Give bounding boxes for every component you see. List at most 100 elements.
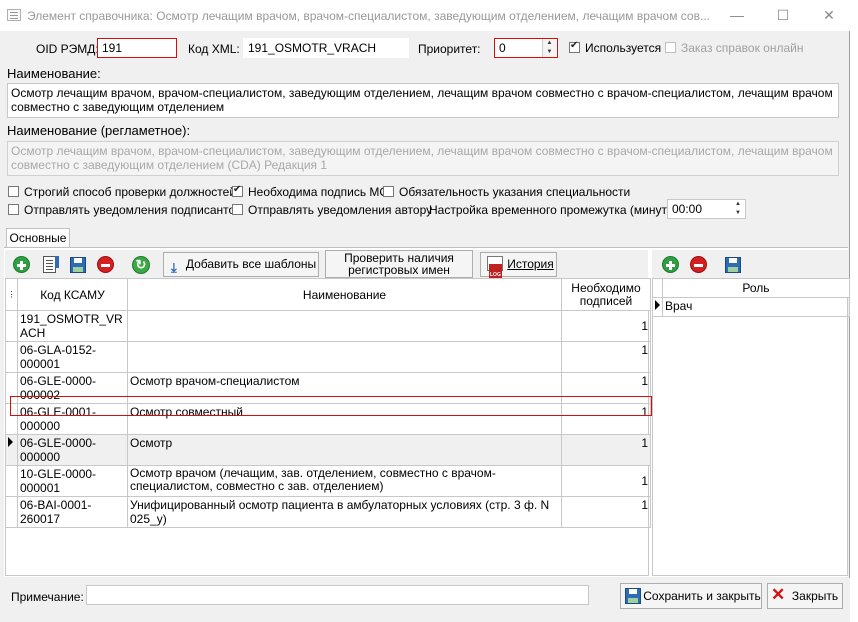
- close-button[interactable]: ✕ Закрыть: [767, 583, 843, 609]
- history-button[interactable]: История: [480, 252, 557, 287]
- row-indicator: [5, 496, 18, 528]
- check-registry-line2: регистровых имен: [348, 263, 450, 277]
- cell-name[interactable]: Осмотр: [127, 434, 562, 466]
- cell-code[interactable]: 06-GLA-0152-000001: [17, 341, 128, 373]
- notify-signers-checkbox[interactable]: [8, 204, 19, 215]
- order-online-checkbox[interactable]: [665, 42, 676, 53]
- save-icon: [725, 257, 741, 273]
- cell-code[interactable]: 06-BAI-0001-260017: [17, 496, 128, 528]
- column-chooser-icon[interactable]: ⋮: [5, 278, 18, 311]
- save-template-button[interactable]: [67, 254, 89, 276]
- time-spin-buttons[interactable]: ▲ ▼: [731, 200, 745, 218]
- templates-grid: ⋮ Код КСАМУ Наименование Необходимо подп…: [5, 278, 652, 576]
- history-log-icon: [487, 256, 503, 287]
- spin-down-icon[interactable]: ▼: [543, 48, 556, 57]
- notify-signers-label: Отправлять уведомления подписантов: [24, 203, 242, 217]
- roles-toolbar: [652, 250, 848, 280]
- oid-input[interactable]: 191: [97, 38, 177, 58]
- cell-name[interactable]: Унифицированный осмотр пациента в амбула…: [127, 496, 562, 528]
- name-textarea[interactable]: Осмотр лечащим врачом, врачом-специалист…: [7, 83, 839, 118]
- delete-template-button[interactable]: [95, 254, 117, 276]
- notify-author-checkbox[interactable]: [232, 204, 243, 215]
- name-label: Наименование:: [7, 66, 101, 81]
- cell-count[interactable]: 1: [561, 496, 651, 528]
- cell-count[interactable]: 1: [561, 310, 651, 342]
- row-pointer-icon: [655, 300, 660, 310]
- close-window-button[interactable]: ✕: [806, 3, 852, 27]
- background-edge: [850, 0, 858, 622]
- column-header-role[interactable]: Роль: [662, 278, 850, 298]
- check-registry-names-button[interactable]: Проверить наличия регистровых имен: [325, 250, 473, 278]
- order-online-label: Заказ справок онлайн: [681, 41, 804, 55]
- cell-count[interactable]: 1: [561, 341, 651, 373]
- cell-count[interactable]: 1: [561, 465, 651, 497]
- roles-grid: Роль Врач: [652, 278, 850, 576]
- cell-name[interactable]: [127, 310, 562, 342]
- strict-check-label: Строгий способ проверки должностей: [24, 185, 237, 199]
- dialog-window: Элемент справочника: Осмотр лечащим врач…: [0, 0, 850, 622]
- refresh-icon: ↻: [132, 256, 150, 274]
- cell-name[interactable]: [127, 341, 562, 373]
- edit-template-button[interactable]: [39, 254, 61, 276]
- tab-main[interactable]: Основные: [6, 228, 70, 247]
- refresh-button[interactable]: ↻: [130, 254, 152, 276]
- specialty-checkbox[interactable]: [383, 186, 394, 197]
- save-icon: [625, 588, 641, 604]
- spin-down-icon[interactable]: ▼: [731, 209, 745, 218]
- spin-up-icon[interactable]: ▲: [731, 200, 745, 209]
- oid-label: OID РЭМД:: [36, 42, 99, 56]
- column-header-name[interactable]: Наименование: [127, 278, 562, 311]
- used-checkbox[interactable]: [569, 40, 580, 53]
- save-and-close-label: Сохранить и закрыть: [643, 589, 761, 603]
- save-icon: [70, 257, 86, 273]
- save-role-button[interactable]: [722, 254, 744, 276]
- minimize-button[interactable]: —: [714, 3, 760, 27]
- templates-toolbar: ↻ ⤓ Добавить все шаблоны Проверить налич…: [5, 250, 648, 287]
- row-indicator: [5, 310, 18, 342]
- strict-check-checkbox[interactable]: [8, 186, 19, 197]
- table-row[interactable]: 06-BAI-0001-260017 Унифицированный осмот…: [5, 496, 651, 528]
- priority-value: 0: [499, 41, 506, 55]
- mo-sign-label: Необходима подпись МО: [248, 185, 389, 199]
- table-row-selected[interactable]: 06-GLE-0000-000000 Осмотр 1: [5, 434, 651, 466]
- priority-spin-buttons[interactable]: ▲ ▼: [542, 39, 556, 57]
- table-header-row: ⋮ Код КСАМУ Наименование Необходимо подп…: [5, 278, 651, 311]
- mo-sign-checkbox[interactable]: [232, 184, 243, 197]
- add-role-button[interactable]: [660, 254, 682, 276]
- reg-name-textarea: Осмотр лечащим врачом, врачом-специалист…: [7, 141, 839, 176]
- used-label: Используется: [585, 41, 662, 55]
- add-template-button[interactable]: [11, 254, 33, 276]
- current-row-indicator: [5, 434, 18, 466]
- save-and-close-button[interactable]: Сохранить и закрыть: [620, 583, 762, 609]
- cell-count[interactable]: 1: [561, 434, 651, 466]
- note-label: Примечание:: [11, 590, 84, 604]
- column-header-code[interactable]: Код КСАМУ: [17, 278, 128, 311]
- window-title: Элемент справочника: Осмотр лечащим врач…: [27, 9, 710, 23]
- selected-row-highlight: [10, 396, 652, 416]
- note-input[interactable]: [86, 585, 589, 605]
- close-label: Закрыть: [791, 589, 839, 603]
- table-row[interactable]: Врач: [652, 297, 850, 317]
- table-row[interactable]: 06-GLA-0152-000001 1: [5, 341, 651, 373]
- delete-icon: [97, 256, 114, 273]
- row-pointer-icon: [8, 437, 13, 447]
- column-header-signatures[interactable]: Необходимо подписей: [561, 278, 651, 311]
- add-all-templates-button[interactable]: ⤓ Добавить все шаблоны: [163, 252, 319, 277]
- table-row[interactable]: 191_OSMOTR_VRACH 1: [5, 310, 651, 342]
- cell-code[interactable]: 06-GLE-0000-000000: [17, 434, 128, 466]
- header-indicator: [652, 278, 663, 298]
- time-range-label: Настройка временного промежутка (минуты)…: [429, 203, 683, 217]
- table-row[interactable]: 10-GLE-0000-000001 Осмотр врачом (лечащи…: [5, 465, 651, 497]
- row-indicator: [5, 341, 18, 373]
- cell-name[interactable]: Осмотр врачом (лечащим, зав. отделением,…: [127, 465, 562, 497]
- cell-role[interactable]: Врач: [662, 297, 850, 317]
- roles-header-row: Роль: [652, 278, 850, 298]
- xml-code-label: Код XML:: [188, 42, 240, 56]
- cell-code[interactable]: 10-GLE-0000-000001: [17, 465, 128, 497]
- current-row-indicator: [652, 297, 663, 317]
- delete-role-button[interactable]: [688, 254, 710, 276]
- cell-code[interactable]: 191_OSMOTR_VRACH: [17, 310, 128, 342]
- maximize-button[interactable]: ☐: [760, 3, 806, 27]
- xml-code-input[interactable]: 191_OSMOTR_VRACH: [243, 38, 409, 58]
- spin-up-icon[interactable]: ▲: [543, 39, 556, 48]
